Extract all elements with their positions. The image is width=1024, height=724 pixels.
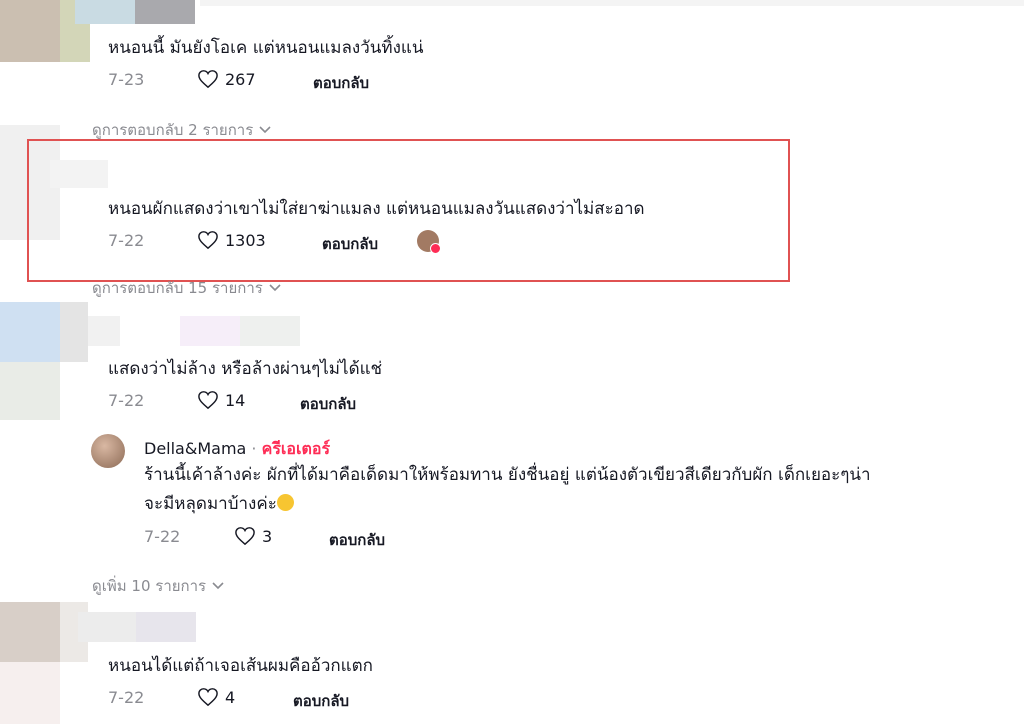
blurred-username [180, 316, 240, 346]
comment-text: หนอนได้แต่ถ้าเจอเส้นผมคืออ้วกแตก [108, 656, 373, 676]
heart-icon [198, 688, 218, 707]
blurred-username [75, 0, 135, 24]
heart-icon [198, 391, 218, 410]
like-count: 3 [262, 526, 273, 546]
like-count: 267 [225, 69, 256, 89]
comment-text: หนอนนี้ มันยังโอเค แต่หนอนแมลงวันทิ้งแน่ [108, 38, 424, 58]
comment-date: 7-22 [108, 688, 145, 707]
like-count: 4 [225, 687, 236, 707]
blurred-username [136, 612, 196, 642]
blurred-avatar [0, 602, 60, 662]
reply-button[interactable]: ตอบกลับ [300, 392, 356, 416]
view-replies-label: ดูการตอบกลับ 15 รายการ [92, 279, 263, 297]
like-button[interactable]: 14 [197, 390, 245, 410]
reply-button[interactable]: ตอบกลับ [329, 528, 385, 552]
view-more-label: ดูเพิ่ม 10 รายการ [92, 577, 207, 595]
author-name: Della&Mama [144, 439, 247, 458]
reply-date: 7-22 [144, 527, 181, 546]
blurred-avatar [0, 0, 60, 62]
reply-text: ร้านนี้เค้าล้างค่ะ ผักที่ได้มาคือเด็ดมาใ… [144, 461, 994, 519]
blurred-username [240, 316, 300, 346]
blurred-avatar [60, 302, 88, 362]
blurred-username [200, 0, 1024, 6]
blurred-avatar [0, 302, 60, 362]
like-button[interactable]: 3 [234, 526, 272, 546]
blurred-username [78, 612, 136, 642]
grin-emoji-icon [276, 494, 294, 511]
view-more-link[interactable]: ดูเพิ่ม 10 รายการ [92, 574, 224, 598]
chevron-down-icon [212, 582, 224, 590]
view-replies-link[interactable]: ดูการตอบกลับ 15 รายการ [92, 276, 281, 300]
comment-date: 7-22 [108, 391, 145, 410]
creator-avatar[interactable] [91, 434, 125, 468]
blurred-avatar [0, 362, 60, 420]
like-button[interactable]: 4 [197, 687, 235, 707]
comment-date: 7-23 [108, 70, 145, 89]
reply-author[interactable]: Della&Mama · ครีเอเตอร์ [144, 437, 330, 462]
chevron-down-icon [259, 126, 271, 134]
reply-text-line-2: จะมีหลุดมาบ้างค่ะ [144, 490, 994, 519]
reply-text-line: จะมีหลุดมาบ้างค่ะ [144, 494, 277, 514]
reply-button[interactable]: ตอบกลับ [293, 689, 349, 713]
creator-tag: ครีเอเตอร์ [261, 439, 331, 458]
chevron-down-icon [269, 284, 281, 292]
blurred-avatar [0, 662, 60, 724]
author-separator: · [246, 439, 262, 458]
blurred-username [135, 0, 195, 24]
like-count: 14 [225, 390, 246, 410]
like-button[interactable]: 267 [197, 69, 256, 89]
reply-text-line: ร้านนี้เค้าล้างค่ะ ผักที่ได้มาคือเด็ดมาใ… [144, 465, 871, 485]
heart-icon [235, 527, 255, 546]
comment-text: แสดงว่าไม่ล้าง หรือล้างผ่านๆไม่ได้แช่ [108, 359, 383, 379]
reply-button[interactable]: ตอบกลับ [313, 71, 369, 95]
heart-icon [198, 70, 218, 89]
blurred-username [88, 316, 120, 346]
highlight-box [27, 139, 790, 282]
